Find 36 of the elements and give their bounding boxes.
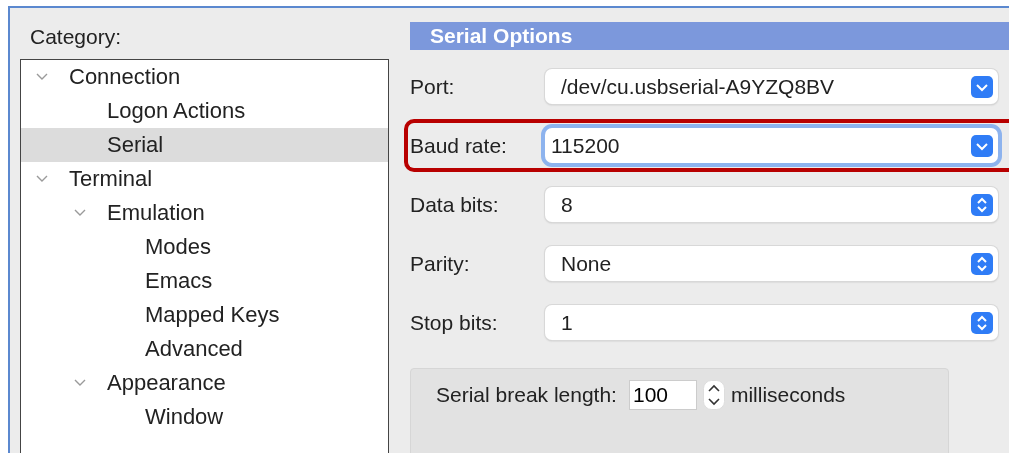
up-down-chevron-icon[interactable]	[971, 193, 993, 216]
stepper-icon[interactable]	[702, 379, 725, 410]
chevron-down-icon[interactable]	[35, 72, 49, 82]
chevron-down-icon[interactable]	[971, 134, 993, 157]
number-field[interactable]: 100	[628, 379, 697, 410]
tree-row-highlight[interactable]: Serial	[21, 128, 388, 162]
unit-label: milliseconds	[730, 382, 846, 407]
chevron-down-icon[interactable]	[73, 208, 87, 218]
tree-item[interactable]: Logon Actions	[107, 98, 246, 124]
chevron-down-icon[interactable]	[971, 75, 993, 98]
popup-menu[interactable]: None	[545, 246, 998, 281]
field-label: Serial break length:	[436, 382, 617, 407]
chevron-down-icon[interactable]	[73, 378, 87, 388]
tree-item[interactable]: Advanced	[145, 336, 243, 362]
tree-item[interactable]: Connection	[69, 64, 181, 90]
field-label: Port:	[410, 74, 456, 99]
category-label: Category:	[30, 25, 123, 49]
up-down-chevron-icon[interactable]	[971, 311, 993, 334]
combo-box[interactable]: /dev/cu.usbserial-A9YZQ8BV	[545, 69, 998, 104]
tree-item[interactable]: Mapped Keys	[145, 302, 280, 328]
tree-item[interactable]: Terminal	[69, 166, 153, 192]
field-label: Parity:	[410, 251, 471, 276]
field-label: Baud rate:	[410, 133, 508, 158]
chevron-down-icon[interactable]	[35, 174, 49, 184]
popup-menu[interactable]: 8	[545, 187, 998, 222]
field-label: Stop bits:	[410, 310, 499, 335]
tree-item[interactable]: Emacs	[145, 268, 213, 294]
tree-item[interactable]: Emulation	[107, 200, 205, 226]
section-header: Serial Options	[410, 22, 1009, 50]
tree-item[interactable]: Serial	[107, 132, 164, 158]
tree-item[interactable]: Appearance	[107, 370, 226, 396]
tree-item[interactable]: Modes	[145, 234, 212, 260]
popup-menu[interactable]: 1	[545, 305, 998, 340]
field-label: Data bits:	[410, 192, 500, 217]
up-down-chevron-icon[interactable]	[971, 252, 993, 275]
tree-item[interactable]: Window	[145, 404, 224, 430]
